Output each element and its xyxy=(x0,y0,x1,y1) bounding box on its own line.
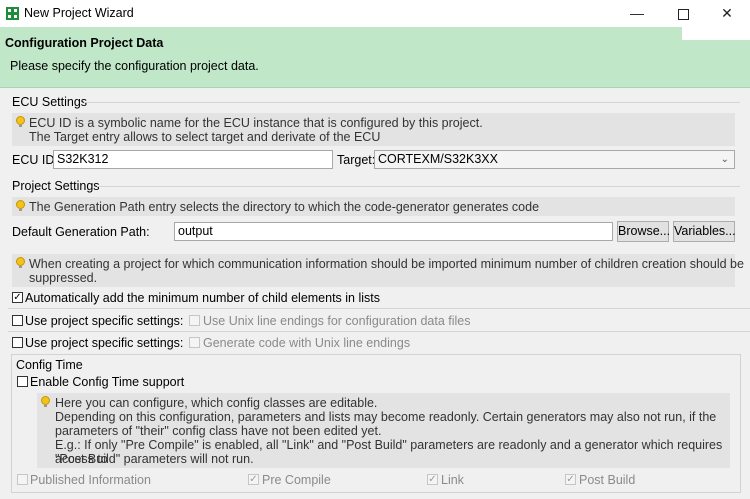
lightbulb-icon xyxy=(16,257,25,268)
lightbulb-icon xyxy=(41,396,50,407)
ecu-settings-rule xyxy=(84,102,740,103)
divider xyxy=(8,331,750,332)
banner-corner xyxy=(682,27,750,40)
app-icon xyxy=(6,7,19,20)
banner-title: Configuration Project Data xyxy=(5,36,164,50)
project-settings-rule xyxy=(97,186,740,187)
specific-settings-checkbox-2[interactable] xyxy=(12,337,23,348)
enable-config-time-label: Enable Config Time support xyxy=(30,375,185,389)
post-build-label: Post Build xyxy=(579,473,636,487)
unix-code-checkbox[interactable] xyxy=(189,337,200,348)
pre-compile-label: Pre Compile xyxy=(262,473,331,487)
link-checkbox[interactable]: ✓ xyxy=(427,474,438,485)
maximize-icon xyxy=(677,8,689,20)
ecu-settings-title: ECU Settings xyxy=(12,95,88,109)
chevron-down-icon: ⌄ xyxy=(720,154,729,165)
ecu-id-input[interactable]: S32K312 xyxy=(53,150,333,169)
close-icon: ✕ xyxy=(721,5,733,21)
unix-code-label: Generate code with Unix line endings xyxy=(203,336,411,350)
published-info-checkbox[interactable] xyxy=(17,474,28,485)
gen-path-input[interactable]: output xyxy=(174,222,613,241)
children-hint-line2: suppressed. xyxy=(29,271,98,285)
divider xyxy=(8,308,750,309)
children-hint-line1: When creating a project for which commun… xyxy=(29,257,744,271)
pre-compile-checkbox[interactable]: ✓ xyxy=(248,474,259,485)
minimize-button[interactable]: — xyxy=(614,0,660,27)
banner-subtitle: Please specify the configuration project… xyxy=(10,59,259,73)
auto-add-checkbox[interactable]: ✓ xyxy=(12,292,23,303)
target-label: Target: xyxy=(337,153,376,167)
ecu-id-label: ECU ID: xyxy=(12,153,58,167)
specific-settings-label-1: Use project specific settings: xyxy=(25,314,184,328)
post-build-checkbox[interactable]: ✓ xyxy=(565,474,576,485)
ecu-hint-line1: ECU ID is a symbolic name for the ECU in… xyxy=(29,116,483,130)
maximize-button[interactable] xyxy=(660,0,706,27)
config-time-title: Config Time xyxy=(16,358,83,372)
specific-settings-checkbox-1[interactable] xyxy=(12,315,23,326)
published-info-label: Published Information xyxy=(30,473,151,487)
config-hint-line: parameters of "their" config class have … xyxy=(55,424,382,438)
close-button[interactable]: ✕ xyxy=(704,0,750,27)
target-dropdown[interactable]: CORTEXM/S32K3XX ⌄ xyxy=(374,150,735,169)
enable-config-time-checkbox[interactable] xyxy=(17,376,28,387)
variables-button[interactable]: Variables... xyxy=(673,221,736,242)
specific-settings-label-2: Use project specific settings: xyxy=(25,336,184,350)
auto-add-label: Automatically add the minimum number of … xyxy=(25,291,381,305)
target-value: CORTEXM/S32K3XX xyxy=(378,152,498,166)
unix-data-checkbox[interactable] xyxy=(189,315,200,326)
ecu-hint-line2: The Target entry allows to select target… xyxy=(29,130,381,144)
window-title: New Project Wizard xyxy=(24,6,134,20)
config-hint-line: Depending on this configuration, paramet… xyxy=(55,410,717,424)
gen-hint-text: The Generation Path entry selects the di… xyxy=(29,200,540,214)
project-settings-title: Project Settings xyxy=(12,179,100,193)
browse-button[interactable]: Browse... xyxy=(617,221,670,242)
lightbulb-icon xyxy=(16,116,25,127)
lightbulb-icon xyxy=(16,200,25,211)
config-hint-line: Here you can configure, which config cla… xyxy=(55,396,378,410)
config-hint-line: "Post Build" parameters will not run. xyxy=(55,452,254,466)
gen-path-label: Default Generation Path: xyxy=(12,225,150,239)
minimize-icon: — xyxy=(630,5,644,21)
link-label: Link xyxy=(441,473,464,487)
unix-data-label: Use Unix line endings for configuration … xyxy=(203,314,471,328)
